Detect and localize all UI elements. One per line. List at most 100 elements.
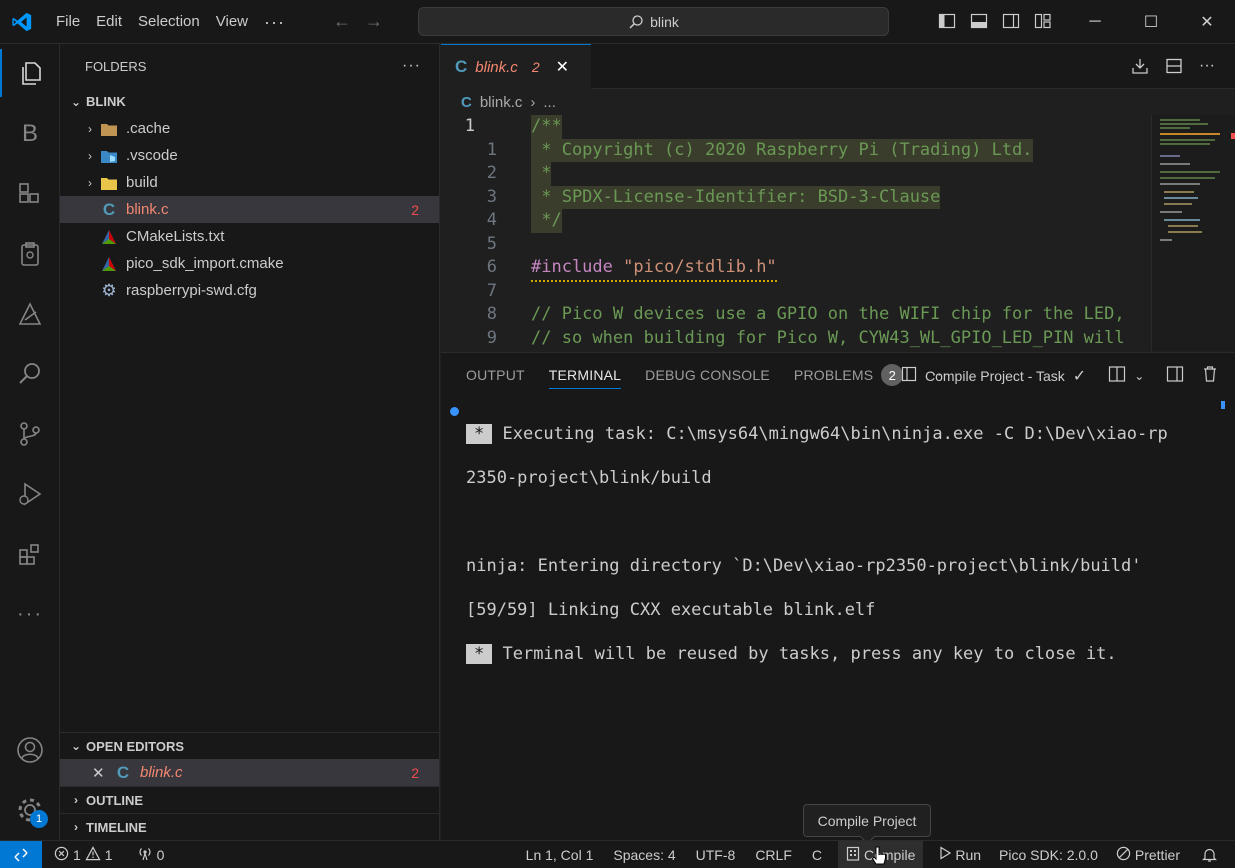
problems-label: PROBLEMS: [793, 367, 874, 383]
panel-tab-bar: OUTPUT TERMINAL DEBUG CONSOLE PROBLEMS 2…: [441, 353, 1235, 397]
accounts-icon[interactable]: [0, 726, 60, 774]
editor-more-icon[interactable]: ···: [1199, 57, 1215, 78]
menu-more[interactable]: ···: [256, 0, 293, 44]
tree-item-build[interactable]: › build: [60, 169, 439, 196]
pico-icon[interactable]: [0, 290, 60, 338]
maximize-icon[interactable]: ☐: [1123, 0, 1179, 44]
chevron-down-icon[interactable]: ⌄: [1134, 369, 1144, 383]
menu-file[interactable]: File: [48, 0, 88, 44]
code-line: 6 #include "pico/stdlib.h": [441, 256, 1147, 282]
source-control-icon[interactable]: [0, 410, 60, 458]
clipboard-icon[interactable]: [0, 230, 60, 278]
problems-status[interactable]: 1 1: [46, 841, 121, 868]
command-center-search[interactable]: blink: [418, 7, 889, 36]
tab-terminal[interactable]: TERMINAL: [548, 353, 622, 397]
chevron-right-icon: ›: [88, 121, 92, 136]
language-mode[interactable]: C: [802, 841, 832, 868]
play-icon: [939, 846, 952, 863]
menu-view[interactable]: View: [208, 0, 256, 44]
project-folder-header[interactable]: ⌄ BLINK: [60, 88, 439, 115]
terminal-line: 2350-project\blink/build: [466, 468, 712, 488]
notifications-icon[interactable]: [1188, 841, 1235, 868]
minimap-error-marker: [1231, 133, 1235, 139]
explorer-icon[interactable]: [0, 49, 60, 97]
terminal-task-label[interactable]: Compile Project - Task: [925, 368, 1065, 384]
chevron-right-icon: ›: [74, 793, 78, 807]
code-text: // so when building for Pico W, CYW43_WL…: [531, 327, 1125, 348]
breadcrumb: C blink.c › ...: [441, 89, 1235, 115]
code-editor[interactable]: 1 /** 1 * Copyright (c) 2020 Raspberry P…: [441, 115, 1147, 351]
open-editor-blink-c[interactable]: ✕ C blink.c 2: [60, 759, 439, 786]
open-editors-header[interactable]: ⌄ OPEN EDITORS: [60, 732, 439, 759]
extensions-icon[interactable]: [0, 530, 60, 578]
run-debug-icon[interactable]: [0, 470, 60, 518]
more-icon[interactable]: ···: [0, 590, 60, 638]
tree-item-pico-sdk-import[interactable]: pico_sdk_import.cmake: [60, 250, 439, 277]
line-ending[interactable]: CRLF: [745, 841, 802, 868]
sidebar-more-button[interactable]: ···: [402, 57, 421, 75]
error-count: 2: [411, 764, 419, 781]
breadcrumb-rest[interactable]: ...: [543, 94, 556, 111]
vscode-logo-icon: [0, 0, 44, 44]
tree-item-swd-cfg[interactable]: ⚙ raspberrypi-swd.cfg: [60, 277, 439, 304]
pico-sdk-version[interactable]: Pico SDK: 2.0.0: [989, 841, 1108, 868]
extensions-view-icon[interactable]: [0, 170, 60, 218]
indentation[interactable]: Spaces: 4: [603, 841, 685, 868]
outline-header[interactable]: › OUTLINE: [60, 786, 439, 813]
download-icon[interactable]: [1131, 57, 1149, 78]
line-number: 2: [486, 163, 497, 183]
menu-edit[interactable]: Edit: [88, 0, 130, 44]
close-tab-icon[interactable]: ✕: [556, 57, 569, 77]
code-line: 8 // Pico W devices use a GPIO on the WI…: [441, 303, 1147, 327]
navigation-arrows: ← →: [333, 11, 383, 32]
tab-output[interactable]: OUTPUT: [466, 353, 525, 397]
run-button[interactable]: Run: [931, 841, 989, 868]
prettier-status[interactable]: Prettier: [1108, 841, 1188, 868]
cursor-position[interactable]: Ln 1, Col 1: [516, 841, 604, 868]
tab-debug-console[interactable]: DEBUG CONSOLE: [645, 353, 770, 397]
cmake-icon: [100, 228, 118, 246]
customize-layout-icon[interactable]: [1034, 12, 1052, 30]
code-line: 2 *: [441, 162, 1147, 186]
minimap[interactable]: [1151, 115, 1235, 351]
terminal-line: * Executing task: C:\msys64\mingw64\bin\…: [466, 423, 1168, 445]
terminal-output[interactable]: * Executing task: C:\msys64\mingw64\bin\…: [466, 401, 1168, 709]
tree-item-blink-c[interactable]: C blink.c 2: [60, 196, 439, 223]
back-arrow-icon[interactable]: ←: [333, 11, 351, 32]
forward-arrow-icon[interactable]: →: [365, 11, 383, 32]
tree-item-label: .vscode: [126, 147, 178, 164]
toggle-secondary-sidebar-icon[interactable]: [1002, 12, 1020, 30]
check-icon: ✓: [1072, 367, 1087, 385]
chevron-down-icon: ⌄: [70, 94, 82, 109]
maximize-panel-icon[interactable]: [1166, 365, 1184, 386]
encoding[interactable]: UTF-8: [686, 841, 746, 868]
search-activity-icon[interactable]: [0, 350, 60, 398]
menu-selection[interactable]: Selection: [130, 0, 208, 44]
split-terminal-icon[interactable]: [1108, 365, 1126, 386]
tree-item-cache[interactable]: › .cache: [60, 115, 439, 142]
settings-badge: 1: [30, 810, 48, 828]
close-window-icon[interactable]: ✕: [1179, 0, 1235, 44]
close-editor-icon[interactable]: ✕: [92, 764, 108, 782]
tab-problems[interactable]: PROBLEMS 2: [793, 353, 904, 397]
ports-status[interactable]: 0: [129, 841, 173, 868]
minimize-icon[interactable]: ─: [1067, 0, 1123, 44]
compile-tooltip: Compile Project: [803, 804, 931, 837]
settings-icon[interactable]: 1: [0, 786, 60, 834]
c-file-icon: C: [102, 199, 116, 219]
breadcrumb-file[interactable]: blink.c: [480, 94, 523, 111]
timeline-header[interactable]: › TIMELINE: [60, 813, 439, 840]
tree-item-vscode[interactable]: › .vscode: [60, 142, 439, 169]
toggle-panel-icon[interactable]: [970, 12, 988, 30]
line-number: 1: [486, 139, 497, 160]
b-extension-icon[interactable]: B: [0, 110, 60, 158]
line-number: 4: [486, 210, 497, 230]
tree-item-cmakelists[interactable]: CMakeLists.txt: [60, 223, 439, 250]
code-text: */: [531, 209, 562, 233]
remote-indicator-icon[interactable]: [0, 840, 42, 868]
toggle-primary-sidebar-icon[interactable]: [938, 12, 956, 30]
c-file-icon: C: [116, 762, 130, 782]
tab-blink-c[interactable]: C blink.c 2 ✕: [441, 44, 591, 89]
trash-icon[interactable]: [1202, 365, 1218, 386]
split-editor-icon[interactable]: [1165, 57, 1183, 78]
